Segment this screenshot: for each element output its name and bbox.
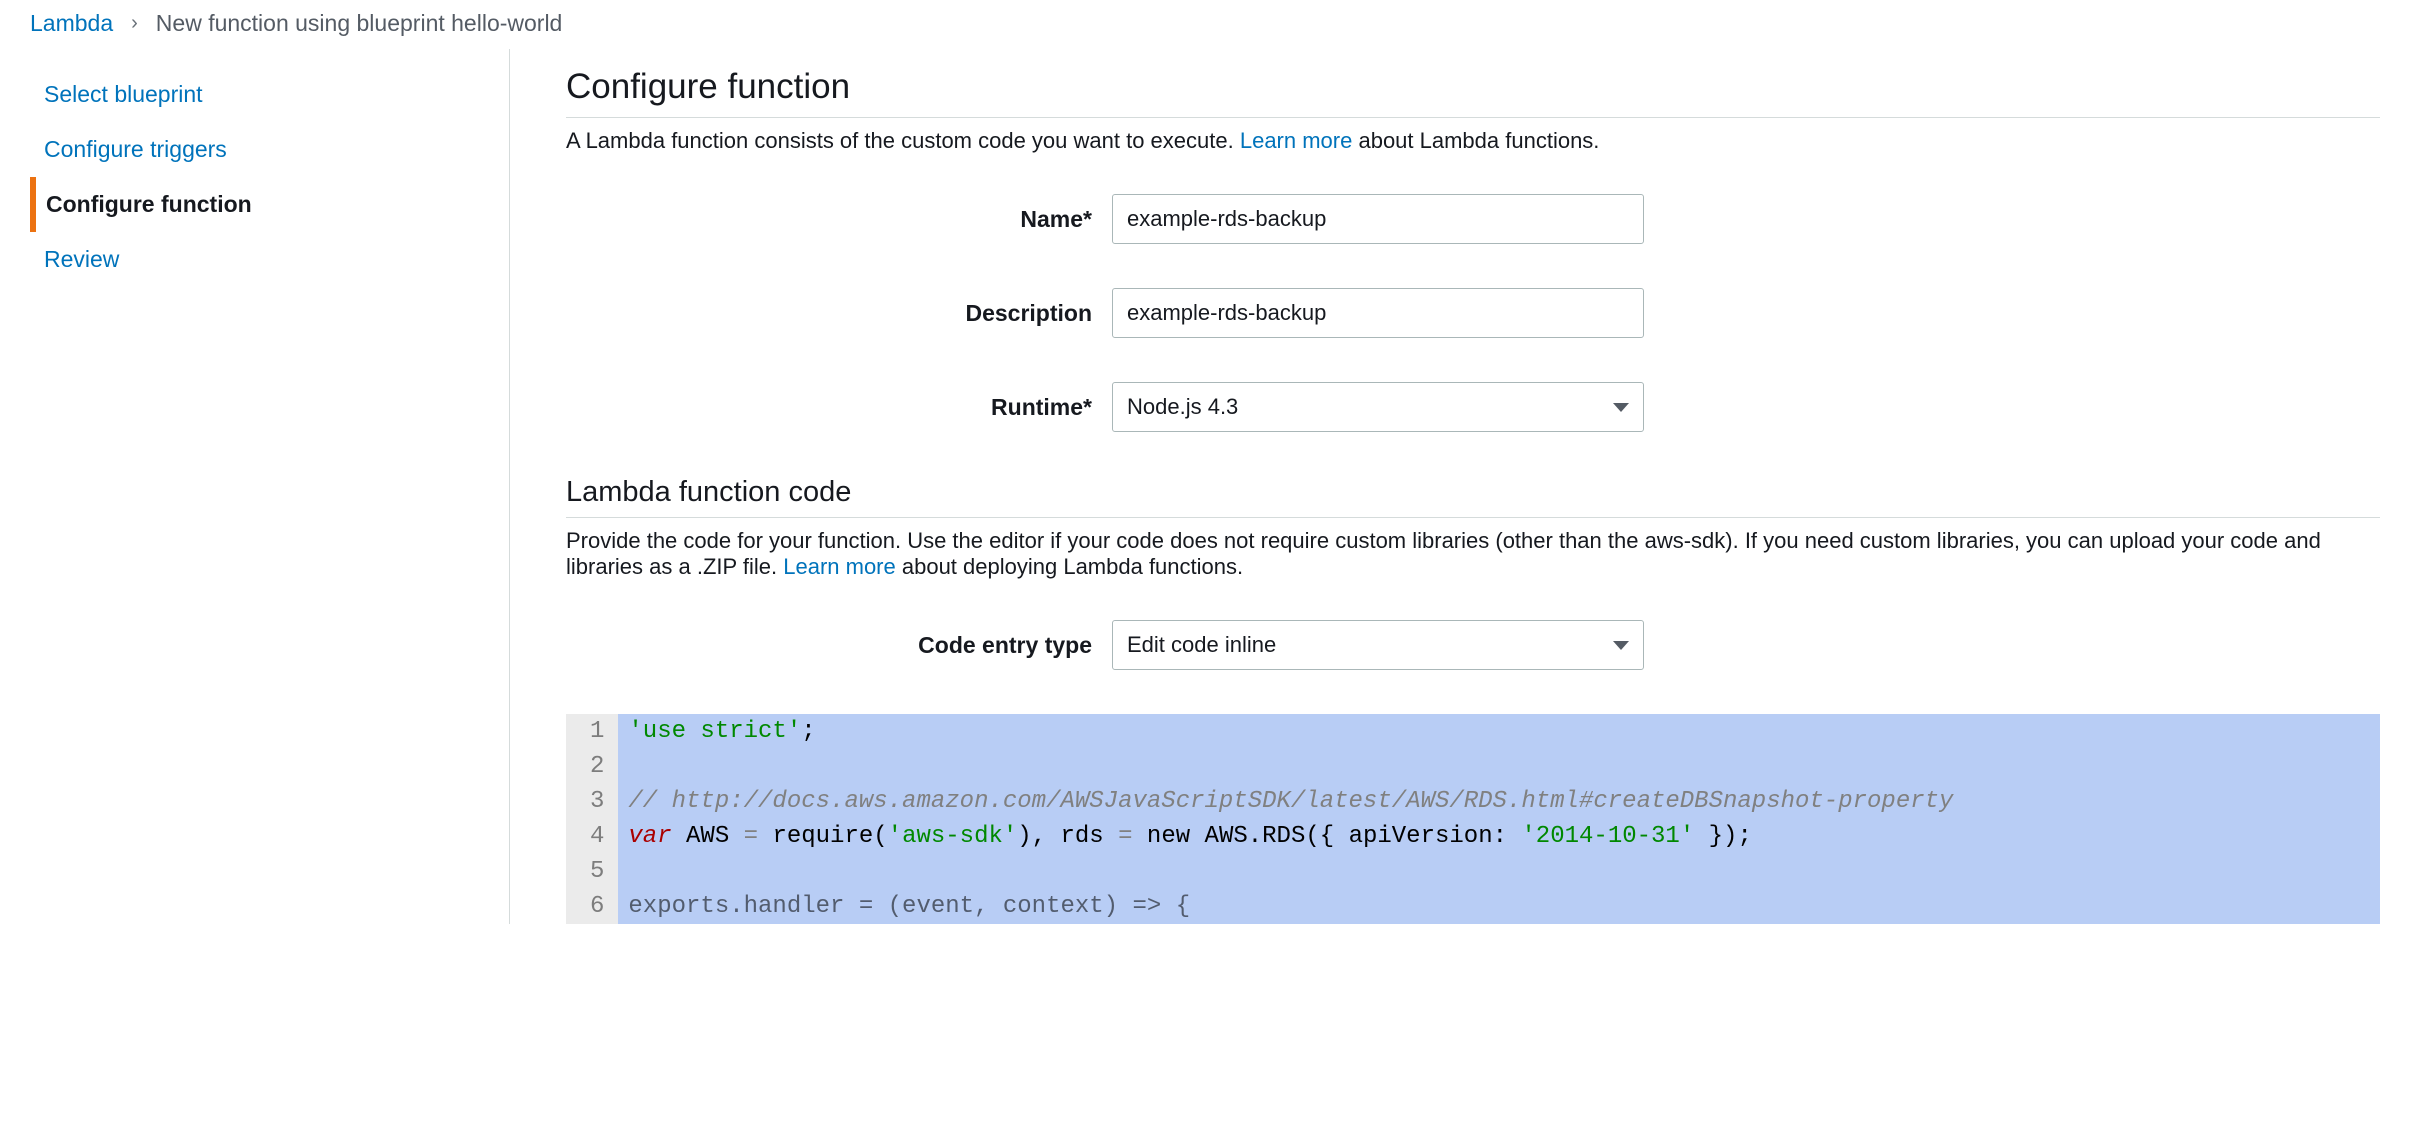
description-label: Description (566, 300, 1112, 327)
name-input[interactable] (1112, 194, 1644, 244)
line-number: 4 (590, 819, 604, 854)
line-number: 2 (590, 749, 604, 784)
divider (566, 517, 2380, 518)
runtime-select[interactable]: Node.js 4.3 (1112, 382, 1644, 432)
runtime-selected-value: Node.js 4.3 (1127, 394, 1238, 420)
code-editor[interactable]: 123456 'use strict'; // http://docs.aws.… (566, 714, 2380, 924)
form-row-description: Description (566, 288, 2380, 338)
code-gutter: 123456 (566, 714, 618, 924)
learn-more-link[interactable]: Learn more (1240, 128, 1353, 153)
code-line: exports.handler = (event, context) => { (628, 889, 2380, 924)
page-title: Configure function (566, 67, 2380, 107)
chevron-right-icon: › (131, 12, 138, 35)
code-entry-type-label: Code entry type (566, 632, 1112, 659)
code-section-title: Lambda function code (566, 476, 2380, 509)
code-line (628, 854, 2380, 889)
code-content[interactable]: 'use strict'; // http://docs.aws.amazon.… (618, 714, 2380, 924)
code-line (628, 749, 2380, 784)
code-entry-type-select[interactable]: Edit code inline (1112, 620, 1644, 670)
breadcrumb-current: New function using blueprint hello-world (156, 10, 563, 37)
sidebar-step-configure-triggers[interactable]: Configure triggers (30, 122, 489, 177)
line-number: 3 (590, 784, 604, 819)
wizard-sidebar: Select blueprint Configure triggers Conf… (20, 49, 510, 924)
code-entry-type-value: Edit code inline (1127, 632, 1276, 658)
page-description: A Lambda function consists of the custom… (566, 128, 2380, 154)
code-line: 'use strict'; (628, 714, 2380, 749)
breadcrumb-root[interactable]: Lambda (30, 10, 113, 37)
code-line: var AWS = require('aws-sdk'), rds = new … (628, 819, 2380, 854)
sidebar-step-configure-function[interactable]: Configure function (30, 177, 489, 232)
desc-text: A Lambda function consists of the custom… (566, 128, 1240, 153)
line-number: 1 (590, 714, 604, 749)
code-desc-suffix: about deploying Lambda functions. (896, 554, 1243, 579)
divider (566, 117, 2380, 118)
line-number: 6 (590, 889, 604, 924)
form-row-runtime: Runtime* Node.js 4.3 (566, 382, 2380, 432)
main-content: Configure function A Lambda function con… (510, 49, 2420, 924)
chevron-down-icon (1613, 403, 1629, 412)
desc-text-suffix: about Lambda functions. (1352, 128, 1599, 153)
breadcrumb: Lambda › New function using blueprint he… (0, 0, 2420, 49)
form-row-name: Name* (566, 194, 2380, 244)
learn-more-link-code[interactable]: Learn more (783, 554, 896, 579)
name-label: Name* (566, 206, 1112, 233)
code-line: // http://docs.aws.amazon.com/AWSJavaScr… (628, 784, 2380, 819)
code-section-description: Provide the code for your function. Use … (566, 528, 2380, 580)
runtime-label: Runtime* (566, 394, 1112, 421)
chevron-down-icon (1613, 641, 1629, 650)
description-input[interactable] (1112, 288, 1644, 338)
sidebar-step-review[interactable]: Review (30, 232, 489, 287)
sidebar-step-select-blueprint[interactable]: Select blueprint (30, 67, 489, 122)
form-row-code-entry-type: Code entry type Edit code inline (566, 620, 2380, 670)
line-number: 5 (590, 854, 604, 889)
